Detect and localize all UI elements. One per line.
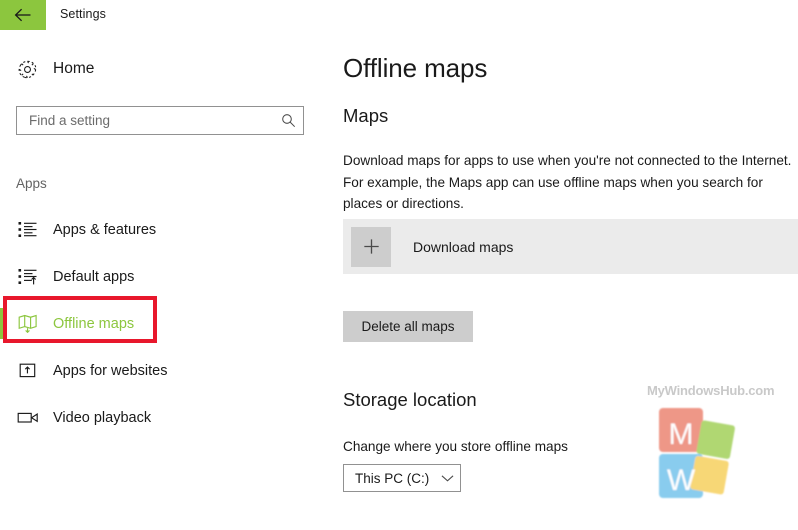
offline-maps-icon: [16, 312, 40, 336]
sidebar-nav-list: Apps & features Default apps Offline map…: [0, 206, 330, 441]
sidebar-item-label: Apps for websites: [53, 362, 168, 379]
back-button[interactable]: [0, 0, 46, 30]
sidebar-item-label: Default apps: [53, 268, 135, 285]
sidebar-item-apps-features[interactable]: Apps & features: [0, 206, 330, 253]
storage-location-value: This PC (C:): [355, 470, 430, 486]
sidebar-item-apps-for-websites[interactable]: Apps for websites: [0, 347, 330, 394]
window-titlebar: Settings: [0, 0, 798, 30]
gear-icon: [16, 58, 38, 80]
sidebar-item-default-apps[interactable]: Default apps: [0, 253, 330, 300]
video-playback-icon: [16, 406, 40, 430]
sidebar-item-home[interactable]: Home: [16, 58, 94, 80]
page-title: Offline maps: [343, 53, 488, 83]
chevron-down-icon: [434, 474, 460, 483]
sidebar-item-video-playback[interactable]: Video playback: [0, 394, 330, 441]
storage-location-select[interactable]: This PC (C:): [343, 464, 461, 492]
sidebar-item-label: Video playback: [53, 409, 152, 426]
plus-icon: [351, 226, 391, 267]
sidebar-category-label: Apps: [16, 176, 47, 191]
delete-all-maps-button[interactable]: Delete all maps: [343, 311, 473, 342]
settings-main-content: Offline maps Maps Download maps for apps…: [330, 30, 798, 530]
default-apps-icon: [16, 265, 40, 289]
apps-list-icon: [16, 218, 40, 242]
maps-description-text: Download maps for apps to use when you'r…: [343, 153, 792, 211]
search-input[interactable]: [17, 107, 273, 134]
download-maps-button[interactable]: Download maps: [343, 219, 798, 274]
apps-for-websites-icon: [16, 359, 40, 383]
sidebar-item-offline-maps[interactable]: Offline maps: [0, 300, 330, 347]
storage-description-text: Change where you store offline maps: [343, 439, 568, 454]
back-arrow-icon: [14, 8, 32, 22]
download-maps-label: Download maps: [413, 238, 514, 255]
section-heading-maps: Maps: [343, 105, 389, 126]
search-box[interactable]: [16, 106, 304, 135]
section-heading-storage-location: Storage location: [343, 389, 477, 410]
settings-sidebar: Home Apps: [0, 30, 330, 530]
sidebar-item-label: Apps & features: [53, 221, 157, 238]
search-icon[interactable]: [273, 107, 303, 134]
sidebar-item-label: Offline maps: [53, 315, 135, 332]
sidebar-item-home-label: Home: [53, 60, 95, 77]
window-title: Settings: [60, 7, 106, 21]
